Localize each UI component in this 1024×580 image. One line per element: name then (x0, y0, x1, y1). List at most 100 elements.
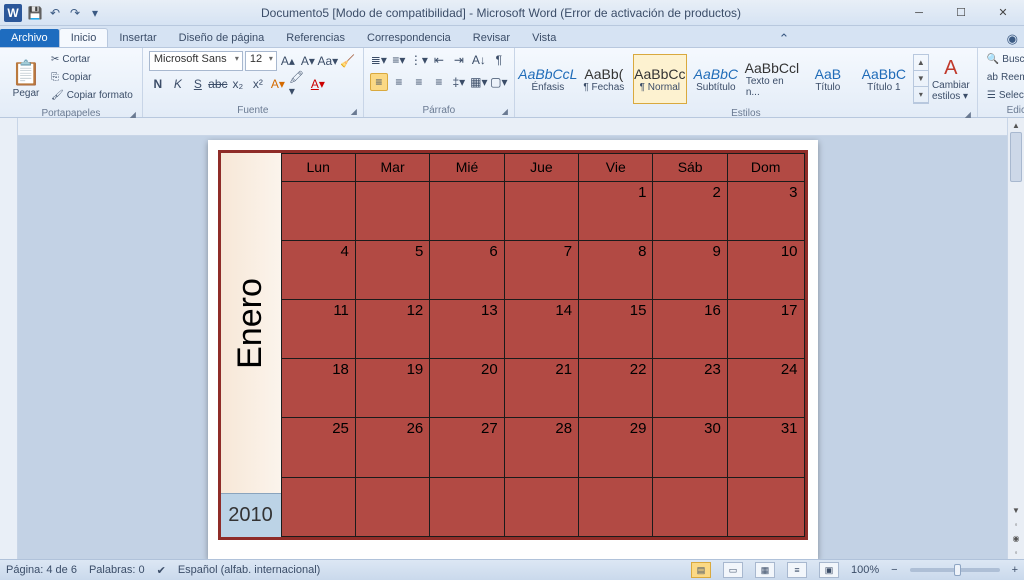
align-right-icon[interactable]: ≡ (410, 73, 428, 91)
font-color-icon[interactable]: A▾ (309, 75, 327, 93)
line-spacing-icon[interactable]: ‡▾ (450, 73, 468, 91)
brush-icon: 🖌 (51, 90, 64, 101)
underline-icon[interactable]: S (189, 75, 207, 93)
shrink-font-icon[interactable]: A▾ (299, 52, 317, 70)
strike-icon[interactable]: abc (209, 75, 227, 93)
tab-vista[interactable]: Vista (521, 29, 567, 47)
help-icon[interactable]: ◉ (1007, 31, 1018, 47)
calendar-cell: 24 (727, 359, 804, 418)
qat-undo-icon[interactable]: ↶ (46, 4, 64, 22)
paste-button[interactable]: 📋 Pegar (6, 51, 46, 107)
superscript-icon[interactable]: x² (249, 75, 267, 93)
document-area[interactable]: Enero 2010 LunMarMiéJueVieSábDom12345678… (18, 136, 1007, 559)
borders-icon[interactable]: ▢▾ (490, 73, 508, 91)
ribbon-minimize-icon[interactable]: ⌃ (779, 31, 790, 47)
tab-diseno[interactable]: Diseño de página (168, 29, 276, 47)
prev-page-icon[interactable]: ◦ (1008, 517, 1024, 531)
style-t-tulo-1[interactable]: AaBbCTítulo 1 (857, 54, 911, 104)
paste-label: Pegar (13, 88, 40, 99)
qat-redo-icon[interactable]: ↷ (66, 4, 84, 22)
change-case-icon[interactable]: Aa▾ (319, 52, 337, 70)
tab-file[interactable]: Archivo (0, 29, 59, 47)
style-t-tulo[interactable]: AaBTítulo (801, 54, 855, 104)
highlight-icon[interactable]: 🖍▾ (289, 75, 307, 93)
font-name-combo[interactable]: Microsoft Sans (149, 51, 243, 71)
status-language[interactable]: Español (alfab. internacional) (178, 564, 320, 576)
decrease-indent-icon[interactable]: ⇤ (430, 51, 448, 69)
calendar-cell (579, 477, 653, 536)
change-styles-button[interactable]: ACambiarestilos ▾ (931, 51, 971, 107)
select-button[interactable]: ☰Seleccionar ▾ (984, 87, 1024, 104)
styles-down-icon[interactable]: ▼ (914, 71, 928, 87)
zoom-in-icon[interactable]: + (1012, 564, 1018, 576)
replace-icon: ab (987, 72, 998, 83)
sort-icon[interactable]: A↓ (470, 51, 488, 69)
font-launcher[interactable]: ◢ (351, 107, 357, 116)
styles-scroll[interactable]: ▲▼▾ (913, 54, 929, 104)
proofing-icon[interactable]: ✔ (157, 564, 166, 577)
tab-revisar[interactable]: Revisar (462, 29, 521, 47)
browse-object-icon[interactable]: ◉ (1008, 531, 1024, 545)
para-launcher[interactable]: ◢ (502, 107, 508, 116)
horizontal-ruler[interactable] (18, 118, 1007, 136)
style--nfasis[interactable]: AaBbCcLÉnfasis (521, 54, 575, 104)
style--normal[interactable]: AaBbCc¶ Normal (633, 54, 687, 104)
subscript-icon[interactable]: x₂ (229, 75, 247, 93)
italic-icon[interactable]: K (169, 75, 187, 93)
calendar-cell (727, 477, 804, 536)
maximize-button[interactable]: ☐ (940, 2, 982, 24)
scroll-thumb[interactable] (1010, 132, 1022, 182)
calendar-cell: 31 (727, 418, 804, 477)
style--fechas[interactable]: AaBb(¶ Fechas (577, 54, 631, 104)
calendar-month: Enero (231, 278, 270, 369)
copy-button[interactable]: ⎘Copiar (48, 69, 136, 86)
increase-indent-icon[interactable]: ⇥ (450, 51, 468, 69)
shading-icon[interactable]: ▦▾ (470, 73, 488, 91)
clear-format-icon[interactable]: 🧹 (339, 52, 357, 70)
bold-icon[interactable]: N (149, 75, 167, 93)
text-effects-icon[interactable]: A▾ (269, 75, 287, 93)
calendar-cell: 21 (504, 359, 578, 418)
status-zoom[interactable]: 100% (851, 564, 879, 576)
vertical-scrollbar[interactable]: ▲ ▼ ◦ ◉ ◦ (1007, 118, 1024, 559)
calendar: Enero 2010 LunMarMiéJueVieSábDom12345678… (218, 150, 808, 540)
scroll-down-icon[interactable]: ▼ (1008, 503, 1024, 517)
replace-button[interactable]: abReemplazar (984, 69, 1024, 86)
styles-more-icon[interactable]: ▾ (914, 87, 928, 103)
align-left-icon[interactable]: ≡ (370, 73, 388, 91)
zoom-out-icon[interactable]: − (891, 564, 897, 576)
tab-insertar[interactable]: Insertar (108, 29, 167, 47)
status-words[interactable]: Palabras: 0 (89, 564, 145, 576)
calendar-cell: 17 (727, 299, 804, 358)
calendar-cell (430, 477, 504, 536)
status-page[interactable]: Página: 4 de 6 (6, 564, 77, 576)
styles-launcher[interactable]: ◢ (965, 110, 971, 119)
tab-inicio[interactable]: Inicio (59, 28, 109, 47)
style-texto-en-n-[interactable]: AaBbCclTexto en n... (745, 54, 799, 104)
clipboard-launcher[interactable]: ◢ (130, 110, 136, 119)
show-marks-icon[interactable]: ¶ (490, 51, 508, 69)
justify-icon[interactable]: ≡ (430, 73, 448, 91)
scroll-up-icon[interactable]: ▲ (1008, 118, 1024, 132)
find-button[interactable]: 🔍Buscar ▾ (984, 51, 1024, 68)
numbering-icon[interactable]: ≡▾ (390, 51, 408, 69)
bullets-icon[interactable]: ≣▾ (370, 51, 388, 69)
calendar-cell: 15 (579, 299, 653, 358)
cut-button[interactable]: ✂Cortar (48, 51, 136, 68)
next-page-icon[interactable]: ◦ (1008, 545, 1024, 559)
styles-up-icon[interactable]: ▲ (914, 55, 928, 71)
style-subt-tulo[interactable]: AaBbCSubtítulo (689, 54, 743, 104)
multilevel-icon[interactable]: ⋮▾ (410, 51, 428, 69)
qat-customize-icon[interactable]: ▾ (86, 4, 104, 22)
align-center-icon[interactable]: ≡ (390, 73, 408, 91)
minimize-button[interactable]: ─ (898, 2, 940, 24)
grow-font-icon[interactable]: A▴ (279, 52, 297, 70)
tab-referencias[interactable]: Referencias (275, 29, 356, 47)
format-painter-button[interactable]: 🖌Copiar formato (48, 87, 136, 104)
tab-correspondencia[interactable]: Correspondencia (356, 29, 462, 47)
close-button[interactable]: ✕ (982, 2, 1024, 24)
qat-save-icon[interactable]: 💾 (26, 4, 44, 22)
zoom-slider[interactable] (910, 568, 1000, 572)
vertical-ruler[interactable] (0, 118, 18, 559)
font-size-combo[interactable]: 12 (245, 51, 277, 71)
